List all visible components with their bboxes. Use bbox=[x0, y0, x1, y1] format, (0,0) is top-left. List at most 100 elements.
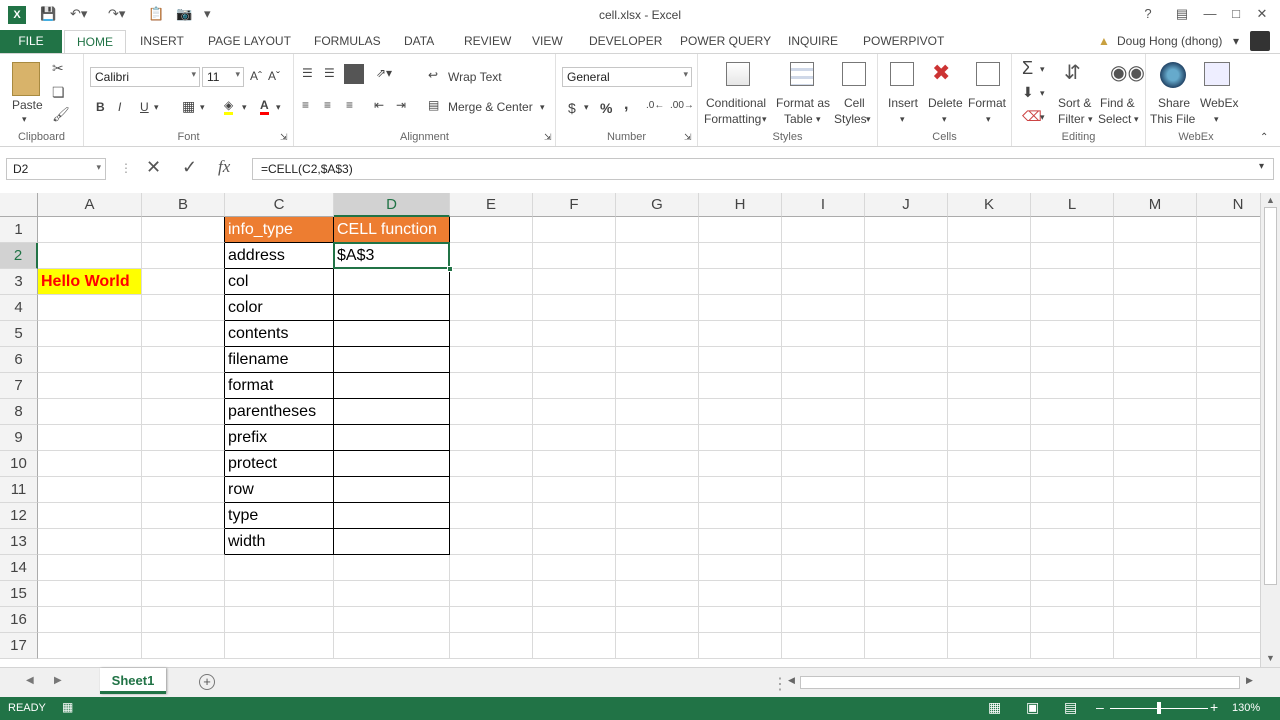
cell-k15[interactable] bbox=[948, 581, 1031, 607]
find-select-button[interactable]: Find & bbox=[1100, 96, 1135, 110]
cell-h9[interactable] bbox=[699, 425, 782, 451]
format-as-table-dropdown-icon[interactable]: ▾ bbox=[816, 114, 821, 125]
cell-c3[interactable]: col bbox=[225, 269, 334, 295]
column-header-i[interactable]: I bbox=[782, 193, 865, 217]
cell-c12[interactable]: type bbox=[225, 503, 334, 529]
alignment-dialog-launcher-icon[interactable]: ⇲ bbox=[544, 132, 552, 143]
cell-n3[interactable] bbox=[1197, 269, 1260, 295]
cell-n4[interactable] bbox=[1197, 295, 1260, 321]
format-cells-icon[interactable] bbox=[976, 62, 1000, 86]
cell-k10[interactable] bbox=[948, 451, 1031, 477]
cell-m1[interactable] bbox=[1114, 217, 1197, 243]
cell-e17[interactable] bbox=[450, 633, 533, 659]
cell-d2[interactable]: $A$3 bbox=[334, 243, 450, 269]
cell-k1[interactable] bbox=[948, 217, 1031, 243]
cell-g14[interactable] bbox=[616, 555, 699, 581]
cell-d8[interactable] bbox=[334, 399, 450, 425]
find-select-dropdown-icon[interactable]: ▾ bbox=[1134, 114, 1139, 125]
cell-c15[interactable] bbox=[225, 581, 334, 607]
select-all-corner[interactable] bbox=[0, 193, 38, 217]
cell-e10[interactable] bbox=[450, 451, 533, 477]
font-dialog-launcher-icon[interactable]: ⇲ bbox=[280, 132, 288, 143]
cell-a2[interactable] bbox=[38, 243, 142, 269]
cell-j2[interactable] bbox=[865, 243, 948, 269]
fill-dropdown-icon[interactable]: ▾ bbox=[242, 102, 247, 113]
decrease-indent-icon[interactable]: ⇤ bbox=[374, 98, 384, 112]
cell-a12[interactable] bbox=[38, 503, 142, 529]
tab-insert[interactable]: INSERT bbox=[140, 34, 184, 48]
cell-c6[interactable]: filename bbox=[225, 347, 334, 373]
column-header-f[interactable]: F bbox=[533, 193, 616, 217]
cell-f3[interactable] bbox=[533, 269, 616, 295]
cell-g16[interactable] bbox=[616, 607, 699, 633]
cell-e12[interactable] bbox=[450, 503, 533, 529]
tab-review[interactable]: REVIEW bbox=[464, 34, 511, 48]
align-top-icon[interactable]: ☰ bbox=[302, 66, 313, 80]
cell-j8[interactable] bbox=[865, 399, 948, 425]
row-header-7[interactable]: 7 bbox=[0, 373, 38, 399]
cell-k9[interactable] bbox=[948, 425, 1031, 451]
cell-k14[interactable] bbox=[948, 555, 1031, 581]
row-header-15[interactable]: 15 bbox=[0, 581, 38, 607]
formula-input[interactable]: =CELL(C2,$A$3) bbox=[252, 158, 1274, 180]
clear-icon[interactable]: ⌫ bbox=[1022, 108, 1042, 125]
align-bottom-icon[interactable] bbox=[344, 64, 364, 84]
macro-record-icon[interactable]: ▦ bbox=[62, 700, 73, 714]
cell-n15[interactable] bbox=[1197, 581, 1260, 607]
cell-l1[interactable] bbox=[1031, 217, 1114, 243]
cell-i12[interactable] bbox=[782, 503, 865, 529]
cell-b7[interactable] bbox=[142, 373, 225, 399]
cell-i2[interactable] bbox=[782, 243, 865, 269]
cell-l12[interactable] bbox=[1031, 503, 1114, 529]
cancel-entry-icon[interactable]: ✕ bbox=[146, 157, 161, 178]
cell-m8[interactable] bbox=[1114, 399, 1197, 425]
cell-h11[interactable] bbox=[699, 477, 782, 503]
cell-a17[interactable] bbox=[38, 633, 142, 659]
cell-j6[interactable] bbox=[865, 347, 948, 373]
cell-c14[interactable] bbox=[225, 555, 334, 581]
row-header-13[interactable]: 13 bbox=[0, 529, 38, 555]
vertical-scrollbar[interactable]: ▲ ▼ bbox=[1260, 193, 1280, 667]
merge-dropdown-icon[interactable]: ▾ bbox=[540, 102, 545, 113]
scroll-down-icon[interactable]: ▼ bbox=[1266, 653, 1275, 663]
cell-g5[interactable] bbox=[616, 321, 699, 347]
column-header-d[interactable]: D bbox=[334, 193, 450, 217]
cell-j15[interactable] bbox=[865, 581, 948, 607]
cell-d12[interactable] bbox=[334, 503, 450, 529]
merge-center-button[interactable]: Merge & Center bbox=[448, 100, 533, 114]
page-break-view-icon[interactable]: ▤ bbox=[1064, 699, 1077, 716]
cell-c10[interactable]: protect bbox=[225, 451, 334, 477]
cell-n8[interactable] bbox=[1197, 399, 1260, 425]
cell-f10[interactable] bbox=[533, 451, 616, 477]
find-select-line2[interactable]: Select bbox=[1098, 112, 1131, 126]
tab-data[interactable]: DATA bbox=[404, 34, 434, 48]
cell-k7[interactable] bbox=[948, 373, 1031, 399]
cell-j7[interactable] bbox=[865, 373, 948, 399]
cell-c7[interactable]: format bbox=[225, 373, 334, 399]
cell-c4[interactable]: color bbox=[225, 295, 334, 321]
column-header-h[interactable]: H bbox=[699, 193, 782, 217]
cell-m15[interactable] bbox=[1114, 581, 1197, 607]
zoom-in-icon[interactable]: + bbox=[1210, 699, 1218, 715]
cell-j12[interactable] bbox=[865, 503, 948, 529]
cell-i14[interactable] bbox=[782, 555, 865, 581]
cell-j11[interactable] bbox=[865, 477, 948, 503]
cell-g9[interactable] bbox=[616, 425, 699, 451]
cell-m7[interactable] bbox=[1114, 373, 1197, 399]
cell-d14[interactable] bbox=[334, 555, 450, 581]
cell-k12[interactable] bbox=[948, 503, 1031, 529]
cell-e1[interactable] bbox=[450, 217, 533, 243]
zoom-slider-thumb[interactable] bbox=[1157, 702, 1161, 714]
cell-f9[interactable] bbox=[533, 425, 616, 451]
row-header-14[interactable]: 14 bbox=[0, 555, 38, 581]
worksheet-grid[interactable]: ABCDEFGHIJKLMN 1 2 3 4 5 6 7 8 9 10 11 12 13 14 15 16 17… bbox=[0, 193, 1260, 667]
cell-f2[interactable] bbox=[533, 243, 616, 269]
cell-l16[interactable] bbox=[1031, 607, 1114, 633]
cell-g1[interactable] bbox=[616, 217, 699, 243]
tab-powerpivot[interactable]: POWERPIVOT bbox=[863, 34, 944, 48]
italic-button[interactable]: I bbox=[118, 100, 121, 114]
webex-icon[interactable] bbox=[1204, 62, 1230, 86]
cell-f6[interactable] bbox=[533, 347, 616, 373]
cell-i15[interactable] bbox=[782, 581, 865, 607]
cell-g11[interactable] bbox=[616, 477, 699, 503]
